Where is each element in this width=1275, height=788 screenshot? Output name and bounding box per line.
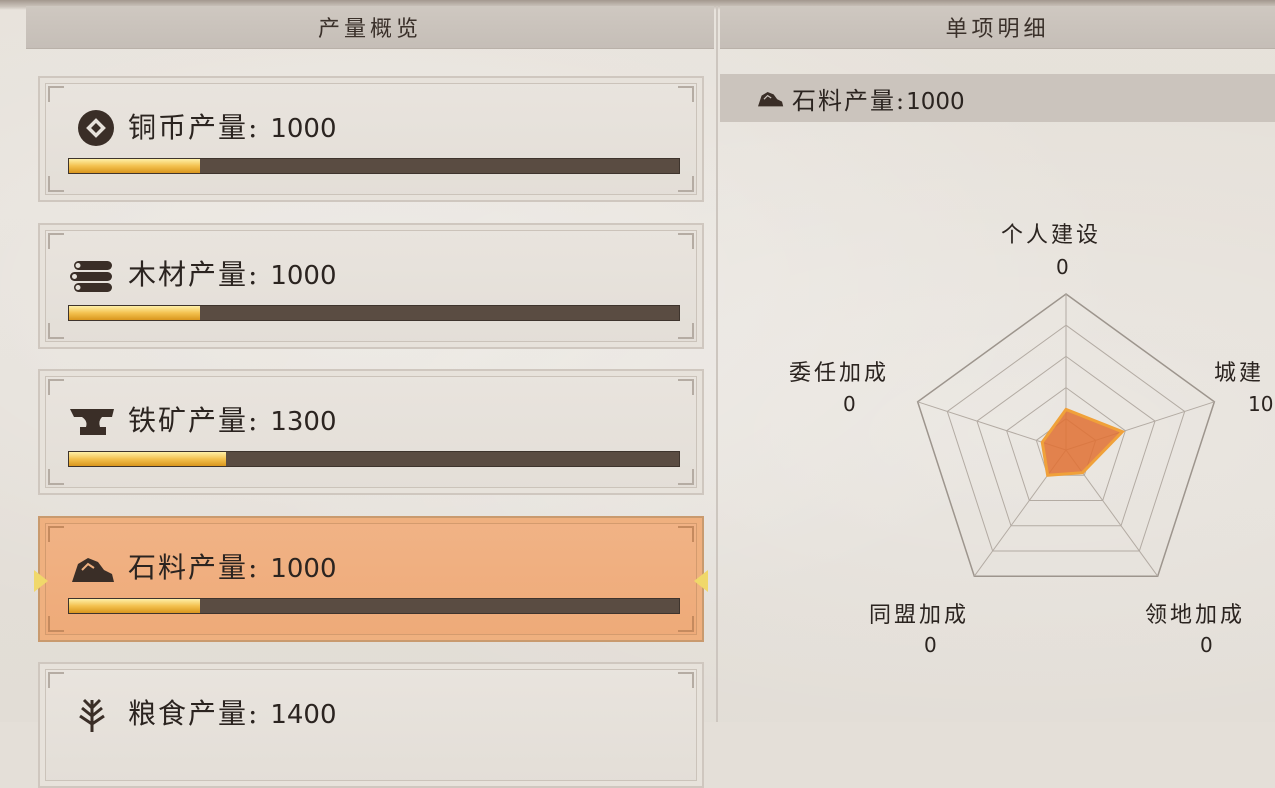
radar-axis-label-city: 城建 xyxy=(1214,361,1265,386)
radar-axis-label-alliance: 同盟加成 xyxy=(869,603,970,628)
radar-axis-value-appointment: 0 xyxy=(843,392,856,416)
radar-axis-value-alliance: 0 xyxy=(924,633,937,657)
radar-axis-label-territory: 领地加成 xyxy=(1145,603,1246,628)
radar-axis-value-territory: 0 xyxy=(1200,633,1213,657)
radar-axis-value-personal: 0 xyxy=(1056,255,1069,279)
radar-axis-value-city: 10 xyxy=(1248,392,1274,416)
radar-axis-label-personal: 个人建设 xyxy=(1001,223,1102,248)
radar-chart xyxy=(916,293,1216,577)
radar-axis-label-appointment: 委任加成 xyxy=(789,361,890,386)
